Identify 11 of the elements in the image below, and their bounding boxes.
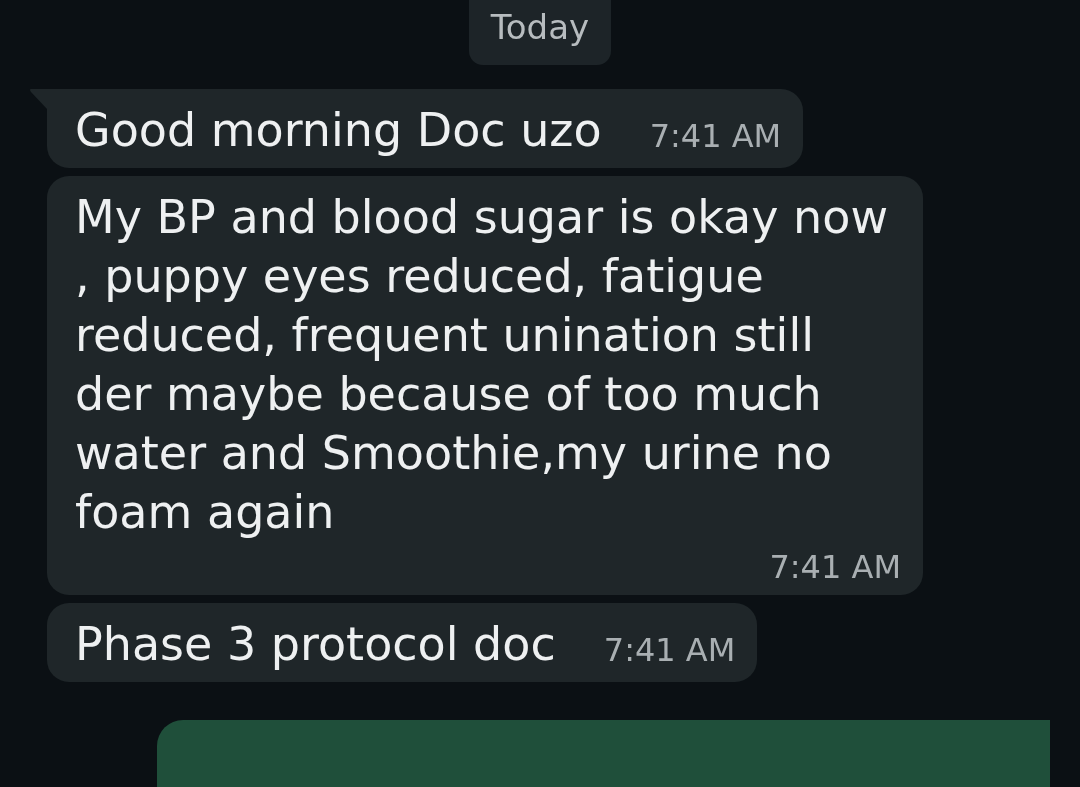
message-bubble[interactable]: Phase 3 protocol doc 7:41 AM xyxy=(47,603,758,682)
date-chip: Today xyxy=(468,0,612,65)
outgoing-message-bubble[interactable] xyxy=(157,720,1050,787)
message-time: 7:41 AM xyxy=(769,548,901,586)
message-text: My BP and blood sugar is okay now , puppy eyes reduced, fatigue reduced, frequent unination still der maybe because of too much water and Smoothie,my urine no foam again xyxy=(75,190,889,539)
message-bubble[interactable]: My BP and blood sugar is okay now , puppy eyes reduced, fatigue reduced, frequent unination still der maybe because of too much water and Smoothie,my urine no foam again 7:41 AM xyxy=(47,176,923,595)
message-bubble[interactable]: Good morning Doc uzo 7:41 AM xyxy=(47,89,804,168)
message-text: Good morning Doc uzo xyxy=(75,102,602,159)
message-time: 7:41 AM xyxy=(603,630,736,671)
message-text: Phase 3 protocol doc xyxy=(75,616,556,673)
message-time: 7:41 AM xyxy=(649,116,782,157)
